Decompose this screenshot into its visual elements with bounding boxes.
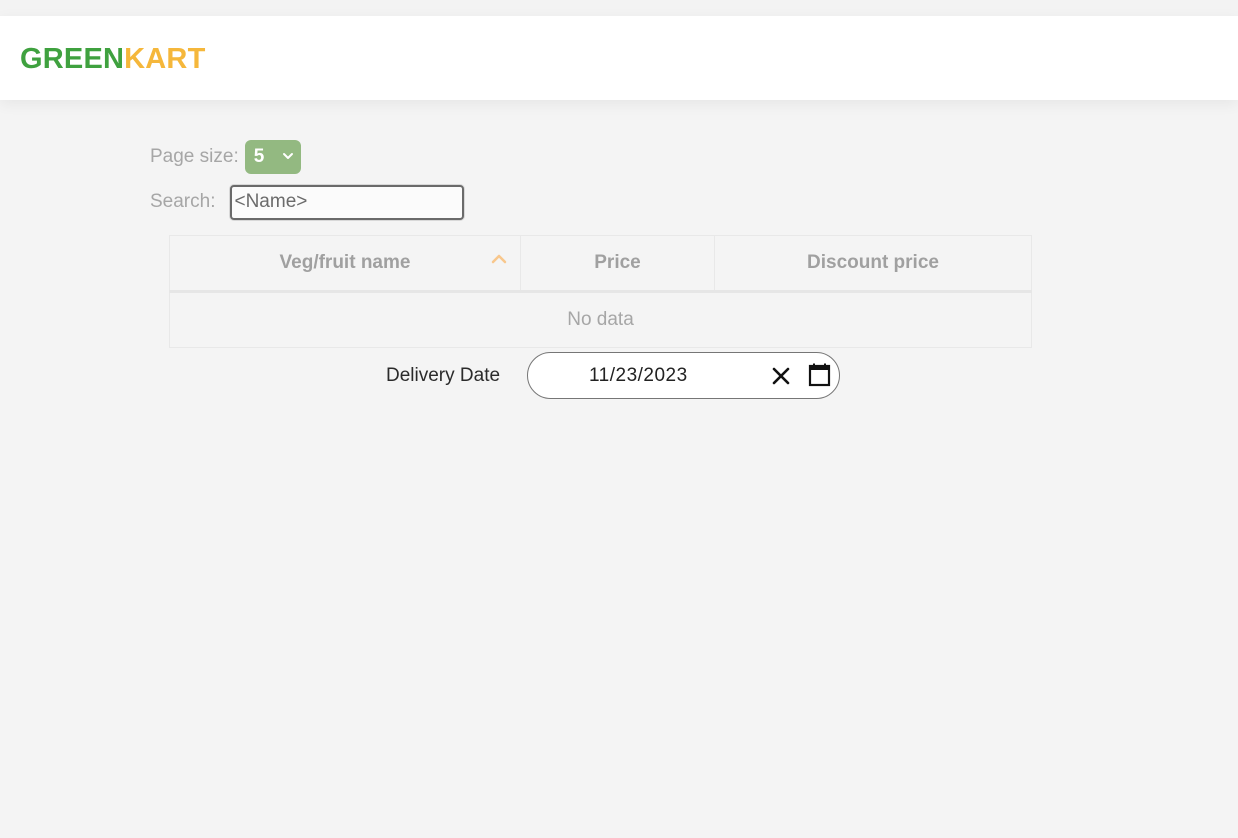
- page-size-select[interactable]: 5: [244, 140, 301, 174]
- table-row: No data: [169, 291, 1032, 348]
- greenkart-logo[interactable]: GREENKART: [20, 43, 205, 76]
- calendar-icon[interactable]: [808, 363, 831, 387]
- column-header-discount-price[interactable]: Discount price: [714, 235, 1032, 293]
- close-icon[interactable]: [771, 366, 791, 386]
- search-label: Search:: [150, 191, 216, 212]
- delivery-date-control: Delivery Date 11/23/2023: [386, 352, 840, 399]
- table-header-row: Veg/fruit name Price Discount price: [169, 235, 1032, 293]
- page-size-value: 5: [253, 146, 265, 167]
- column-header-label: Discount price: [807, 252, 939, 273]
- logo-text-green: GREEN: [20, 43, 125, 75]
- chevron-down-icon: [282, 153, 293, 159]
- products-table: Veg/fruit name Price Discount price No d…: [169, 235, 1032, 348]
- empty-message: No data: [169, 291, 1032, 348]
- column-header-label: Veg/fruit name: [279, 252, 411, 273]
- column-header-label: Price: [594, 252, 641, 273]
- delivery-date-value[interactable]: 11/23/2023: [589, 365, 688, 387]
- search-control: Search:: [150, 184, 465, 220]
- delivery-date-label: Delivery Date: [386, 364, 501, 386]
- column-header-name[interactable]: Veg/fruit name: [169, 235, 521, 293]
- search-input[interactable]: [230, 184, 465, 220]
- column-header-price[interactable]: Price: [520, 235, 715, 293]
- site-header: GREENKART: [0, 16, 1238, 100]
- logo-text-orange: KART: [124, 43, 206, 75]
- page-size-label: Page size:: [150, 146, 239, 167]
- delivery-date-picker[interactable]: 11/23/2023: [527, 352, 840, 399]
- top-strip: [0, 0, 1238, 16]
- page-size-control: Page size: 5: [150, 140, 301, 174]
- chevron-up-icon: [491, 254, 507, 264]
